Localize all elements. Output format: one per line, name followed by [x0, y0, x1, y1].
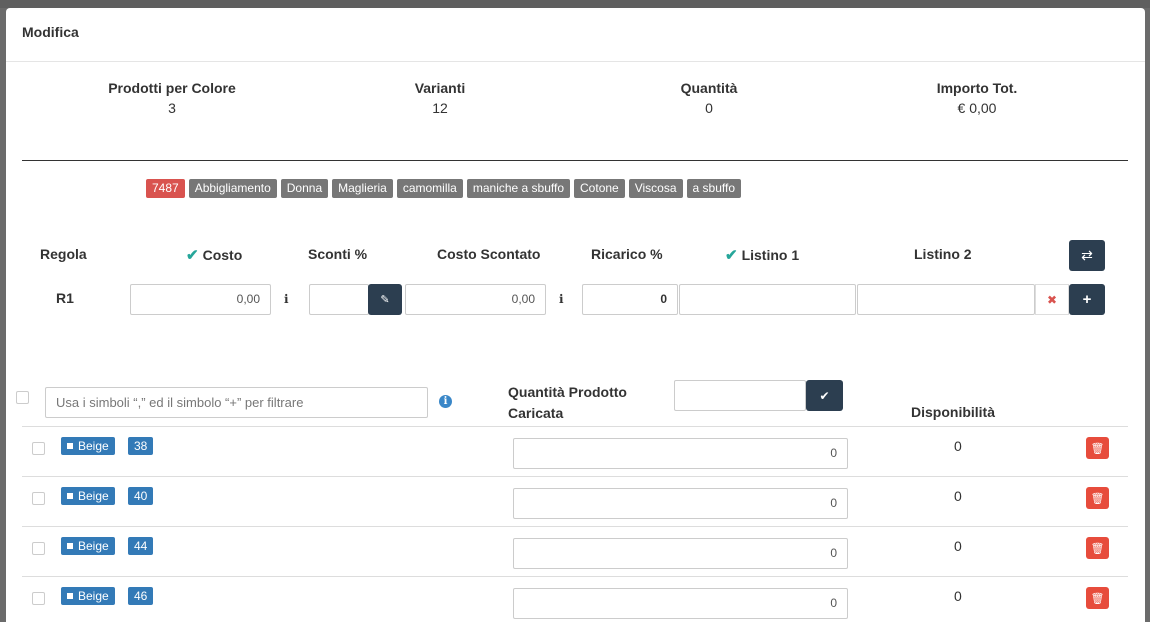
- edit-modal: Modifica Prodotti per Colore 3 Varianti …: [6, 8, 1145, 622]
- edit-sconti-button[interactable]: ✎: [368, 284, 402, 315]
- header-listino2: Listino 2: [914, 246, 972, 262]
- listino1-input[interactable]: [679, 284, 856, 315]
- summary-label: Prodotti per Colore: [108, 80, 236, 96]
- tag: a sbuffo: [686, 179, 742, 198]
- header-ricarico: Ricarico %: [591, 246, 663, 262]
- check-icon: ✔: [186, 247, 199, 264]
- tag: Donna: [280, 179, 329, 198]
- tag-list: 7487 Abbigliamento Donna Maglieria camom…: [146, 179, 742, 198]
- tag: camomilla: [396, 179, 463, 198]
- ricarico-input[interactable]: 0: [582, 284, 678, 315]
- summary-value: € 0,00: [957, 100, 997, 116]
- info-icon: ℹ: [284, 292, 289, 306]
- add-rule-button[interactable]: +: [1069, 284, 1105, 315]
- color-badge: Beige: [61, 487, 115, 505]
- color-badge: Beige: [61, 437, 115, 455]
- trash-icon: 🗑: [1090, 442, 1105, 455]
- rule-headers: Regola ✔ Costo Sconti % Costo Scontato Ri…: [6, 246, 1145, 266]
- costo-input[interactable]: 0,00: [130, 284, 271, 315]
- table-row: Beige 38 0 0 🗑: [22, 426, 1128, 476]
- disponibilita-label: Disponibilità: [911, 404, 995, 420]
- trash-icon: 🗑: [1090, 492, 1105, 505]
- apply-qty-button[interactable]: ✔: [806, 380, 843, 411]
- modal-title: Modifica: [22, 24, 79, 40]
- delete-button[interactable]: 🗑: [1086, 487, 1109, 509]
- summary-value: 0: [705, 100, 713, 116]
- divider: [22, 160, 1128, 161]
- summary-label: Importo Tot.: [936, 80, 1018, 96]
- summary-bar: Prodotti per Colore 3 Varianti 12 Quanti…: [6, 80, 1145, 124]
- header-costo: ✔ Costo: [186, 247, 243, 264]
- variant-table: Beige 38 0 0 🗑 Beige 40 0 0 🗑 Beige 44 0…: [22, 426, 1128, 622]
- check-icon: ✔: [725, 247, 738, 264]
- qty-input[interactable]: 0: [513, 438, 848, 469]
- qty-input[interactable]: 0: [513, 488, 848, 519]
- qty-label: Quantità Prodotto Caricata: [508, 384, 627, 421]
- swap-icon: ⇄: [1081, 247, 1093, 263]
- background-toolbar: [0, 0, 1150, 8]
- delete-button[interactable]: 🗑: [1086, 537, 1109, 559]
- sconti-input[interactable]: [309, 284, 369, 315]
- summary-importo: Importo Tot. € 0,00: [867, 80, 1087, 116]
- qty-input[interactable]: 0: [513, 538, 848, 569]
- delete-button[interactable]: 🗑: [1086, 587, 1109, 609]
- modal-header: Modifica: [6, 8, 1145, 62]
- plus-icon: +: [1082, 291, 1092, 308]
- info-icon: ℹ: [559, 292, 564, 306]
- color-badge: Beige: [61, 537, 115, 555]
- row-checkbox[interactable]: [32, 442, 45, 455]
- swap-button[interactable]: ⇄: [1069, 240, 1105, 271]
- row-checkbox[interactable]: [32, 542, 45, 555]
- tag: maniche a sbuffo: [466, 179, 571, 198]
- pencil-icon: ✎: [380, 294, 390, 306]
- summary-label: Quantità: [680, 80, 738, 96]
- filter-input[interactable]: Usa i simboli “,” ed il simbolo “+” per …: [45, 387, 428, 418]
- size-badge: 38: [128, 437, 154, 455]
- header-listino1: ✔ Listino 1: [725, 247, 800, 264]
- close-icon: ✖: [1046, 292, 1058, 307]
- bulk-qty-input[interactable]: [674, 380, 806, 411]
- summary-value: 3: [168, 100, 176, 116]
- header-costo-scontato: Costo Scontato: [437, 246, 541, 262]
- disponibilita-value: 0: [954, 588, 962, 604]
- tag: Maglieria: [332, 179, 393, 198]
- table-row: Beige 46 0 0 🗑: [22, 576, 1128, 622]
- color-badge: Beige: [61, 587, 115, 605]
- summary-prodotti: Prodotti per Colore 3: [62, 80, 282, 116]
- header-regola: Regola: [40, 246, 87, 262]
- row-checkbox[interactable]: [32, 492, 45, 505]
- size-badge: 44: [128, 537, 154, 555]
- row-checkbox[interactable]: [32, 592, 45, 605]
- listino2-input[interactable]: [857, 284, 1035, 315]
- costo-scontato-input[interactable]: 0,00: [405, 284, 546, 315]
- summary-varianti: Varianti 12: [330, 80, 550, 116]
- size-badge: 46: [128, 587, 154, 605]
- check-icon: ✔: [819, 388, 830, 403]
- summary-label: Varianti: [414, 80, 466, 96]
- tag: Viscosa: [628, 179, 683, 198]
- tag: Cotone: [574, 179, 625, 198]
- table-row: Beige 44 0 0 🗑: [22, 526, 1128, 576]
- disponibilita-value: 0: [954, 438, 962, 454]
- trash-icon: 🗑: [1090, 592, 1105, 605]
- header-sconti: Sconti %: [308, 246, 368, 262]
- summary-value: 12: [432, 100, 448, 116]
- rule-label: R1: [56, 290, 74, 306]
- table-row: Beige 40 0 0 🗑: [22, 476, 1128, 526]
- disponibilita-value: 0: [954, 538, 962, 554]
- tag-id: 7487: [146, 179, 185, 198]
- summary-quantita: Quantità 0: [599, 80, 819, 116]
- delete-button[interactable]: 🗑: [1086, 437, 1109, 459]
- qty-input[interactable]: 0: [513, 588, 848, 619]
- disponibilita-value: 0: [954, 488, 962, 504]
- remove-rule-button[interactable]: ✖: [1035, 284, 1069, 315]
- info-icon: i: [439, 395, 452, 408]
- size-badge: 40: [128, 487, 154, 505]
- trash-icon: 🗑: [1090, 542, 1105, 555]
- select-all-checkbox[interactable]: [16, 391, 29, 404]
- tag: Abbigliamento: [188, 179, 277, 198]
